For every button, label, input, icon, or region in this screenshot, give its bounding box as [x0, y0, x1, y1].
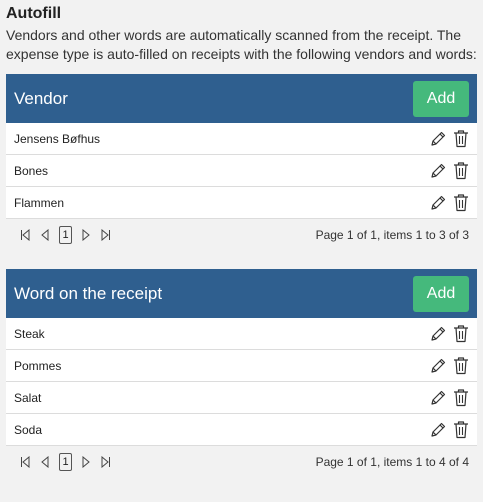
next-page-icon[interactable] — [82, 456, 91, 468]
prev-page-icon[interactable] — [40, 229, 49, 241]
row-actions — [429, 420, 469, 439]
pager-nav: 1 — [20, 453, 111, 471]
word-row: Salat — [6, 382, 477, 414]
word-row: Soda — [6, 414, 477, 446]
trash-icon[interactable] — [453, 356, 469, 375]
pager-summary: Page 1 of 1, items 1 to 4 of 4 — [315, 455, 469, 469]
row-actions — [429, 193, 469, 212]
vendor-name: Flammen — [14, 195, 65, 210]
pencil-icon[interactable] — [429, 389, 447, 407]
first-page-icon[interactable] — [20, 229, 30, 241]
pencil-icon[interactable] — [429, 130, 447, 148]
word-panel: Word on the receipt Add Steak Pommes Sal… — [6, 269, 477, 478]
word-panel-header: Word on the receipt Add — [6, 269, 477, 318]
row-actions — [429, 356, 469, 375]
last-page-icon[interactable] — [101, 456, 111, 468]
vendor-panel-title: Vendor — [14, 88, 68, 108]
word-row: Pommes — [6, 350, 477, 382]
next-page-icon[interactable] — [82, 229, 91, 241]
word-text: Pommes — [14, 358, 62, 373]
trash-icon[interactable] — [453, 193, 469, 212]
pencil-icon[interactable] — [429, 421, 447, 439]
section-title: Autofill — [6, 5, 62, 22]
autofill-section: Autofill Vendors and other words are aut… — [0, 0, 483, 478]
trash-icon[interactable] — [453, 129, 469, 148]
pencil-icon[interactable] — [429, 357, 447, 375]
pencil-icon[interactable] — [429, 194, 447, 212]
word-text: Salat — [14, 390, 42, 405]
vendor-name: Bones — [14, 163, 49, 178]
last-page-icon[interactable] — [101, 229, 111, 241]
word-row: Steak — [6, 318, 477, 350]
vendor-panel: Vendor Add Jensens Bøfhus Bones Flammen — [6, 74, 477, 251]
prev-page-icon[interactable] — [40, 456, 49, 468]
word-pager: 1 Page 1 of 1, items 1 to 4 of 4 — [6, 446, 477, 478]
pencil-icon[interactable] — [429, 162, 447, 180]
trash-icon[interactable] — [453, 161, 469, 180]
trash-icon[interactable] — [453, 420, 469, 439]
current-page[interactable]: 1 — [59, 453, 72, 471]
pager-nav: 1 — [20, 226, 111, 244]
current-page[interactable]: 1 — [59, 226, 72, 244]
row-actions — [429, 161, 469, 180]
word-text: Steak — [14, 326, 45, 341]
vendor-row: Bones — [6, 155, 477, 187]
vendor-name: Jensens Bøfhus — [14, 131, 101, 146]
pager-summary: Page 1 of 1, items 1 to 3 of 3 — [315, 228, 469, 242]
row-actions — [429, 129, 469, 148]
word-text: Soda — [14, 422, 43, 437]
add-word-button[interactable]: Add — [413, 275, 469, 312]
word-panel-title: Word on the receipt — [14, 283, 163, 303]
first-page-icon[interactable] — [20, 456, 30, 468]
row-actions — [429, 324, 469, 343]
add-vendor-button[interactable]: Add — [413, 80, 469, 117]
trash-icon[interactable] — [453, 324, 469, 343]
section-description: Vendors and other words are automaticall… — [6, 27, 477, 62]
vendor-row: Jensens Bøfhus — [6, 123, 477, 155]
vendor-panel-header: Vendor Add — [6, 74, 477, 123]
vendor-pager: 1 Page 1 of 1, items 1 to 3 of 3 — [6, 219, 477, 251]
vendor-row: Flammen — [6, 187, 477, 219]
row-actions — [429, 388, 469, 407]
trash-icon[interactable] — [453, 388, 469, 407]
pencil-icon[interactable] — [429, 325, 447, 343]
